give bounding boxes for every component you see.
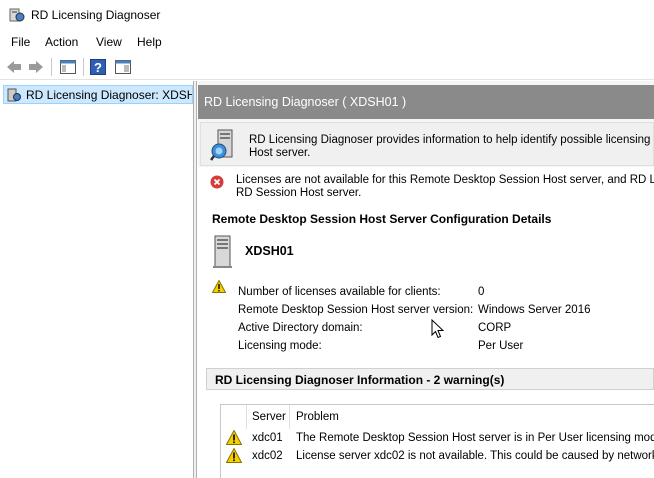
detail-value-licensing-mode: Per User — [478, 340, 524, 352]
tree-item-label: RD Licensing Diagnoser: XDSH01 — [26, 88, 193, 102]
column-header-problem[interactable]: Problem — [296, 411, 339, 423]
menu-action[interactable]: Action — [45, 35, 78, 49]
mouse-cursor-icon — [431, 319, 445, 339]
error-message: Licenses are not available for this Remo… — [236, 174, 654, 199]
server-icon — [213, 235, 232, 268]
svg-text:?: ? — [94, 60, 102, 75]
results-header: RD Licensing Diagnoser ( XDSH01 ) — [198, 85, 654, 119]
title-bar: RD Licensing Diagnoser — [0, 0, 654, 31]
intro-text: RD Licensing Diagnoser provides informat… — [249, 134, 654, 159]
server-name: XDSH01 — [245, 244, 294, 258]
action-pane-icon[interactable] — [113, 57, 133, 77]
warning-icon — [212, 280, 226, 293]
pane-splitter[interactable] — [194, 81, 197, 478]
table-row[interactable]: xdc01 The Remote Desktop Session Host se… — [221, 430, 654, 447]
info-header-title: RD Licensing Diagnoser Information - 2 w… — [215, 373, 505, 387]
warning-icon — [226, 430, 242, 445]
error-icon — [210, 175, 224, 189]
detail-value-version: Windows Server 2016 — [478, 304, 591, 316]
section-title: Remote Desktop Session Host Server Confi… — [212, 212, 552, 226]
column-header-server[interactable]: Server — [252, 411, 286, 423]
warning-icon — [226, 448, 242, 463]
menu-bar: File Action View Help — [0, 31, 654, 53]
diagnoser-icon — [7, 88, 21, 102]
window-title: RD Licensing Diagnoser — [31, 8, 161, 22]
row-server: xdc02 — [252, 450, 283, 462]
back-arrow-icon[interactable] — [4, 57, 24, 77]
diagnoser-server-icon — [210, 129, 233, 161]
menu-view[interactable]: View — [96, 35, 122, 49]
forward-arrow-icon[interactable] — [26, 57, 46, 77]
tree-item-rd-licensing-diagnoser[interactable]: RD Licensing Diagnoser: XDSH01 — [3, 85, 193, 104]
info-section: RD Licensing Diagnoser Information - 2 w… — [206, 368, 654, 392]
detail-value-licenses: 0 — [478, 286, 485, 298]
detail-label-domain: Active Directory domain: — [238, 322, 363, 334]
help-icon[interactable]: ? — [88, 57, 108, 77]
detail-label-version: Remote Desktop Session Host server versi… — [238, 304, 474, 316]
toolbar: ? — [0, 54, 654, 80]
row-server: xdc01 — [252, 432, 283, 444]
results-header-title: RD Licensing Diagnoser ( XDSH01 ) — [204, 95, 407, 109]
detail-label-licensing-mode: Licensing mode: — [238, 340, 322, 352]
info-header: RD Licensing Diagnoser Information - 2 w… — [206, 368, 654, 390]
table-header: Server Problem — [221, 405, 654, 429]
row-problem: License server xdc02 is not available. T… — [296, 450, 654, 462]
show-hide-tree-icon[interactable] — [58, 57, 78, 77]
detail-label-licenses: Number of licenses available for clients… — [238, 286, 441, 298]
tree-pane: RD Licensing Diagnoser: XDSH01 — [0, 81, 194, 478]
warnings-table: Server Problem xdc01 The Remote Desktop … — [220, 404, 654, 478]
intro-panel: RD Licensing Diagnoser provides informat… — [200, 122, 654, 166]
row-problem: The Remote Desktop Session Host server i… — [296, 432, 654, 444]
table-row[interactable]: xdc02 License server xdc02 is not availa… — [221, 448, 654, 465]
menu-file[interactable]: File — [11, 35, 30, 49]
app-icon — [9, 8, 25, 22]
detail-value-domain: CORP — [478, 322, 512, 334]
menu-help[interactable]: Help — [137, 35, 162, 49]
